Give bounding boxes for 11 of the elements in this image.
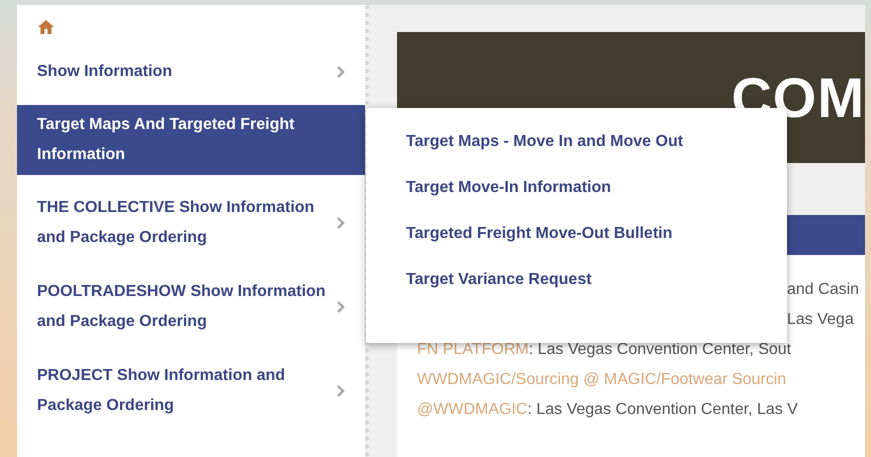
submenu-item[interactable]: Target Variance Request — [406, 266, 706, 294]
submenu-item[interactable]: Target Move-In Information — [406, 174, 706, 202]
sidebar-item[interactable]: Target Maps And Targeted Freight Information — [17, 105, 365, 175]
submenu-item[interactable]: Targeted Freight Move-Out Bulletin — [406, 220, 706, 248]
venue-line: Las Vega — [787, 310, 854, 330]
venue-line: WWDMAGIC/Sourcing @ MAGIC/Footwear Sourcin — [417, 370, 786, 390]
home-icon[interactable] — [37, 19, 55, 35]
venue-line: and Casin — [787, 280, 860, 300]
submenu-item[interactable]: Target Maps - Move In and Move Out — [406, 128, 706, 156]
venue-line: @WWDMAGIC: Las Vegas Convention Center, Las V — [417, 400, 798, 420]
venue-line: FN PLATFORM: Las Vegas Convention Center, Sout — [417, 340, 792, 360]
